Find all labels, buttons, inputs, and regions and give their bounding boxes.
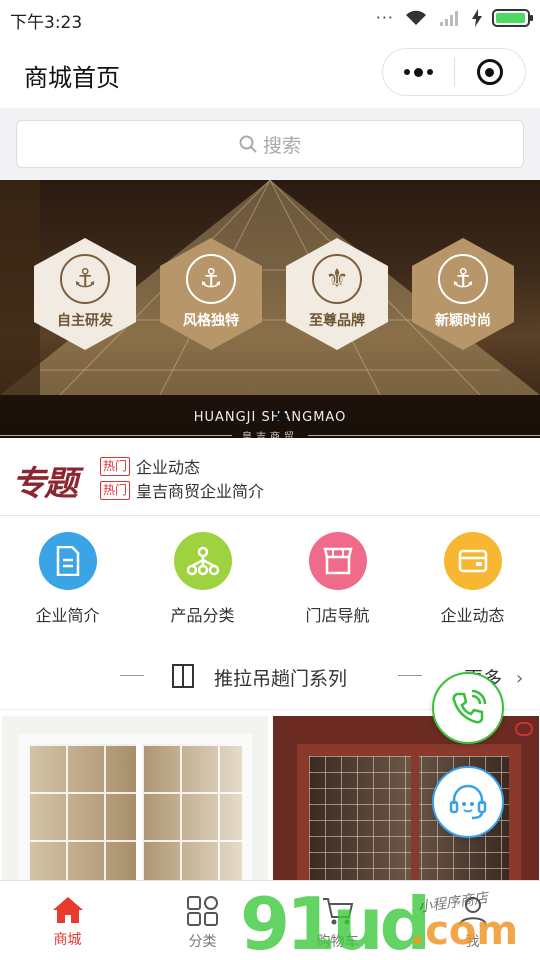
charging-icon [472,8,482,27]
topics-logo: 专题 [12,464,78,504]
category-store-nav[interactable]: 门店导航 [270,516,405,644]
category-label: 企业简介 [35,606,100,625]
search-placeholder: 搜索 [262,134,301,157]
banner-feature-badges: ⚓ 自主研发 ⚓ 风格独特 ⚜ 至尊品牌 ⚓ 新颖时尚 [34,238,514,350]
cart-icon [322,898,353,925]
tab-cart[interactable]: 购物车 [270,881,405,960]
topic-title: 企业动态 [136,458,201,477]
section-dash-right [398,675,422,676]
status-bar: 下午3:23 ··· [0,0,540,38]
call-button[interactable] [432,672,504,744]
user-icon [458,897,487,926]
topic-item[interactable]: 热门 皇吉商贸企业简介 [100,478,264,502]
banner-carousel[interactable]: ⚓ 自主研发 ⚓ 风格独特 ⚜ 至尊品牌 ⚓ 新颖时尚 HUANGJI SHANGMAO 皇吉… [0,180,540,438]
tab-me[interactable]: 我 [405,881,540,960]
status-icons: ··· [375,8,533,27]
page-title: 商城首页 [24,64,120,92]
topics-section: 专题 热门 企业动态 热门 皇吉商贸企业简介 [0,438,540,516]
banner-badge-label: 新颖时尚 [435,313,491,329]
carousel-indicator[interactable] [277,412,287,422]
product-card[interactable] [2,716,268,886]
emblem-icon: ⚜ [312,254,362,304]
emblem-icon: ⚓ [186,254,236,304]
hierarchy-icon [173,532,232,590]
phone-icon [452,689,487,724]
search-bar: 搜索 [0,108,540,180]
topic-item[interactable]: 热门 企业动态 [100,454,264,478]
tab-label: 分类 [188,934,217,950]
mini-program-capsule [382,48,526,96]
home-icon [52,897,83,923]
search-input[interactable]: 搜索 [16,120,524,168]
banner-badge: ⚓ 风格独特 [160,238,262,350]
category-label: 门店导航 [305,606,370,625]
tab-label: 购物车 [316,934,359,950]
wifi-icon [406,10,426,25]
search-icon [239,135,257,153]
product-image [18,734,252,886]
banner-badge: ⚓ 自主研发 [34,238,136,350]
tab-bar: 商城 分类 购物车 我 [0,880,540,960]
door-series-icon [172,664,194,688]
chevron-right-icon[interactable]: › [516,668,523,689]
banner-badge-label: 自主研发 [57,313,113,329]
banner-badge-label: 风格独特 [183,313,239,329]
emblem-icon: ⚓ [438,254,488,304]
section-title: 推拉吊趟门系列 [214,668,348,690]
banner-badge: ⚜ 至尊品牌 [286,238,388,350]
target-icon [476,59,503,85]
close-mini-program-button[interactable] [455,49,526,95]
banner-badge-label: 至尊品牌 [309,313,365,329]
tab-label: 我 [465,934,480,950]
battery-icon [492,8,533,27]
banner-badge: ⚓ 新颖时尚 [412,238,514,350]
category-label: 产品分类 [170,606,235,625]
grid-icon [186,896,218,926]
category-news[interactable]: 企业动态 [405,516,540,644]
emblem-icon: ⚓ [60,254,110,304]
category-company-intro[interactable]: 企业简介 [0,516,135,644]
signal-icon [440,10,458,26]
topic-title: 皇吉商贸企业简介 [136,482,265,501]
status-time: 下午3:23 [10,13,83,33]
nav-bar: 商城首页 [0,38,540,108]
headset-icon [449,784,487,820]
tab-home[interactable]: 商城 [0,881,135,960]
store-icon [308,532,367,590]
banner-brand-english: HUANGJI SHANGMAO [193,410,347,425]
hot-tag: 热门 [100,480,131,500]
hot-tag: 热门 [100,456,131,476]
notification-dots-icon: ··· [375,8,394,27]
section-dash-left [120,675,144,676]
document-icon [38,532,97,590]
category-products[interactable]: 产品分类 [135,516,270,644]
wallet-icon [443,532,502,590]
category-grid: 企业简介 产品分类 门店导航 企业动态 [0,516,540,644]
tab-label: 商城 [53,932,82,948]
product-badge-icon [515,722,533,736]
customer-service-button[interactable] [432,766,504,838]
category-label: 企业动态 [440,606,505,625]
more-options-button[interactable] [383,49,454,95]
banner-brand-chinese: 皇吉商贸 [242,432,298,438]
tab-categories[interactable]: 分类 [135,881,270,960]
